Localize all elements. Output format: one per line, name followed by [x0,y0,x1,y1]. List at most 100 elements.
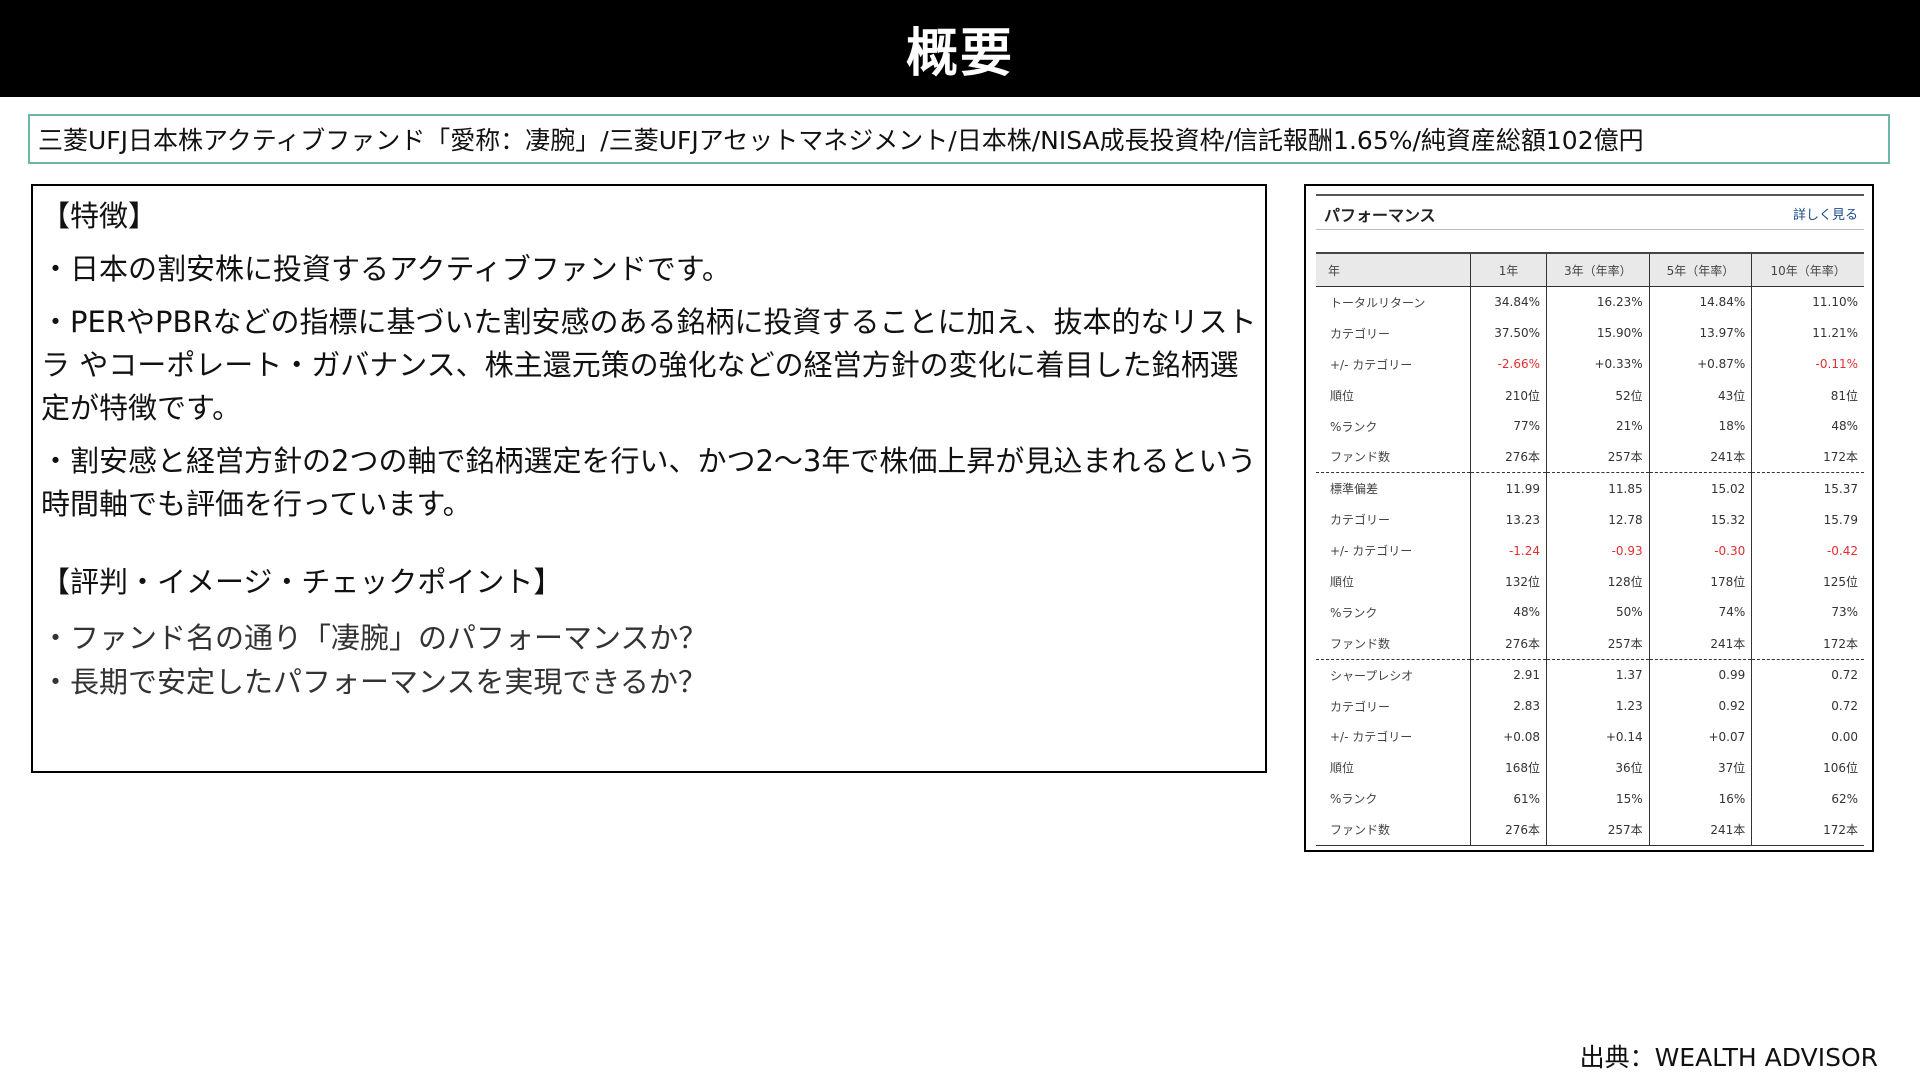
table-row: カテゴリー 37.50% 15.90% 13.97% 11.21% [1316,317,1864,349]
column-header: 10年（年率） [1751,252,1864,287]
table-cell: 15.02 [1648,472,1752,505]
table-cell: 16% [1648,783,1752,815]
table-cell: 132位 [1469,566,1547,597]
page-title: 概要 [905,24,1014,84]
table-cell: -0.11% [1751,348,1864,380]
table-cell: 172本 [1751,814,1864,847]
table-cell: 21% [1546,410,1650,442]
table-cell: 48% [1469,596,1547,628]
table-row: ファンド数 276本 257本 241本 172本 [1316,814,1864,847]
table-row: 順位 132位 128位 178位 125位 [1316,566,1864,597]
table-row: ファンド数 276本 257本 241本 172本 [1316,441,1864,473]
table-cell: 37.50% [1469,317,1547,349]
feature-paragraph: ・PERやPBRなどの指標に基づいた割安感のある銘柄に投資することに加え、抜本的… [41,305,1257,425]
table-header-row: 年 1年 3年（年率） 5年（年率） 10年（年率） [1316,252,1864,287]
title-bar: 概要 [0,0,1920,97]
table-cell: 2.83 [1469,690,1547,722]
table-cell: +0.87% [1648,348,1752,380]
table-cell: -0.93 [1546,535,1650,567]
table-row: %ランク 48% 50% 74% 73% [1316,596,1864,628]
table-cell: 241本 [1648,627,1752,660]
table-cell: 15.37 [1751,472,1864,505]
table-cell: 0.99 [1648,658,1752,691]
table-cell: 48% [1751,410,1864,442]
table-cell: 241本 [1648,814,1752,847]
features-heading: 【特徴】 [41,199,158,233]
row-label: %ランク [1330,792,1378,807]
performance-panel: パフォーマンス 詳しく見る 年 1年 3年（年率） 5年（年率） 10年（年率）… [1304,184,1874,852]
table-cell: 276本 [1469,814,1547,847]
table-cell: -0.30 [1648,535,1752,567]
checkpoint-item: ・長期で安定したパフォーマンスを実現できるか？ [41,665,707,699]
table-cell: -0.42 [1751,535,1864,567]
table-cell: 77% [1469,410,1547,442]
table-cell: 210位 [1469,379,1547,411]
table-cell: 15.32 [1648,504,1752,536]
checkpoint-list: ・ファンド名の通り「凄腕」のパフォーマンスか？ ・長期で安定したパフォーマンスを… [41,616,1259,704]
table-cell: 0.00 [1751,721,1864,753]
details-link[interactable]: 詳しく見る [1793,204,1858,223]
table-cell: 81位 [1751,379,1864,411]
feature-paragraph: ・割安感と経営方針の2つの軸で銘柄選定を行い、かつ2～3年で株価上昇が見込まれる… [41,444,1257,521]
row-label: 順位 [1330,574,1355,589]
table-cell: 62% [1751,783,1864,815]
table-cell: 257本 [1546,441,1650,473]
table-cell: 276本 [1469,441,1547,473]
table-cell: 34.84% [1469,286,1547,318]
row-label: 順位 [1330,761,1355,776]
table-cell: 15.90% [1546,317,1650,349]
table-cell: 61% [1469,783,1547,815]
row-label: ファンド数 [1316,814,1471,847]
column-header: 3年（年率） [1546,252,1650,287]
performance-table: 年 1年 3年（年率） 5年（年率） 10年（年率） トータルリターン 34.84… [1316,252,1864,847]
table-cell: 73% [1751,596,1864,628]
row-label: +/- カテゴリー [1330,544,1413,559]
table-cell: 125位 [1751,566,1864,597]
description-box: 【特徴】 ・日本の割安株に投資するアクティブファンドです。 ・PERやPBRなど… [31,184,1267,773]
table-cell: 0.92 [1648,690,1752,722]
table-cell: 1.37 [1546,658,1650,691]
row-label: カテゴリー [1330,513,1391,528]
table-cell: 11.99 [1469,472,1547,505]
table-row: +/- カテゴリー -1.24 -0.93 -0.30 -0.42 [1316,535,1864,567]
table-cell: -1.24 [1469,535,1547,567]
table-cell: +0.14 [1546,721,1650,753]
table-cell: +0.07 [1648,721,1752,753]
row-label: カテゴリー [1330,699,1391,714]
row-label: 標準偏差 [1316,472,1471,505]
table-cell: 37位 [1648,752,1752,784]
table-cell: 74% [1648,596,1752,628]
checkpoints-heading: 【評判・イメージ・チェックポイント】 [41,565,563,599]
table-cell: 52位 [1546,379,1650,411]
table-cell: +0.08 [1469,721,1547,753]
row-label: 順位 [1330,388,1355,403]
table-cell: 13.23 [1469,504,1547,536]
table-cell: 15% [1546,783,1650,815]
table-cell: +0.33% [1546,348,1650,380]
table-cell: 50% [1546,596,1650,628]
table-row: +/- カテゴリー -2.66% +0.33% +0.87% -0.11% [1316,348,1864,380]
checkpoint-item: ・ファンド名の通り「凄腕」のパフォーマンスか？ [41,621,708,655]
table-cell: 12.78 [1546,504,1650,536]
table-row: 順位 168位 36位 37位 106位 [1316,752,1864,784]
row-label: +/- カテゴリー [1330,730,1413,745]
row-label: シャープレシオ [1316,658,1471,691]
table-cell: 178位 [1648,566,1752,597]
table-cell: 1.23 [1546,690,1650,722]
table-cell: 241本 [1648,441,1752,473]
column-header: 1年 [1469,252,1547,287]
table-row: %ランク 61% 15% 16% 62% [1316,783,1864,815]
row-label: %ランク [1330,419,1378,434]
table-row: 標準偏差 11.99 11.85 15.02 15.37 [1316,472,1864,505]
table-cell: 172本 [1751,627,1864,660]
table-cell: 16.23% [1546,286,1650,318]
performance-title: パフォーマンス [1324,206,1436,225]
row-label: カテゴリー [1330,326,1391,341]
table-cell: 2.91 [1469,658,1547,691]
table-cell: 11.85 [1546,472,1650,505]
table-cell: 168位 [1469,752,1547,784]
table-row: カテゴリー 2.83 1.23 0.92 0.72 [1316,690,1864,722]
table-cell: 106位 [1751,752,1864,784]
row-label: +/- カテゴリー [1330,357,1413,372]
performance-header: パフォーマンス 詳しく見る [1316,194,1864,230]
